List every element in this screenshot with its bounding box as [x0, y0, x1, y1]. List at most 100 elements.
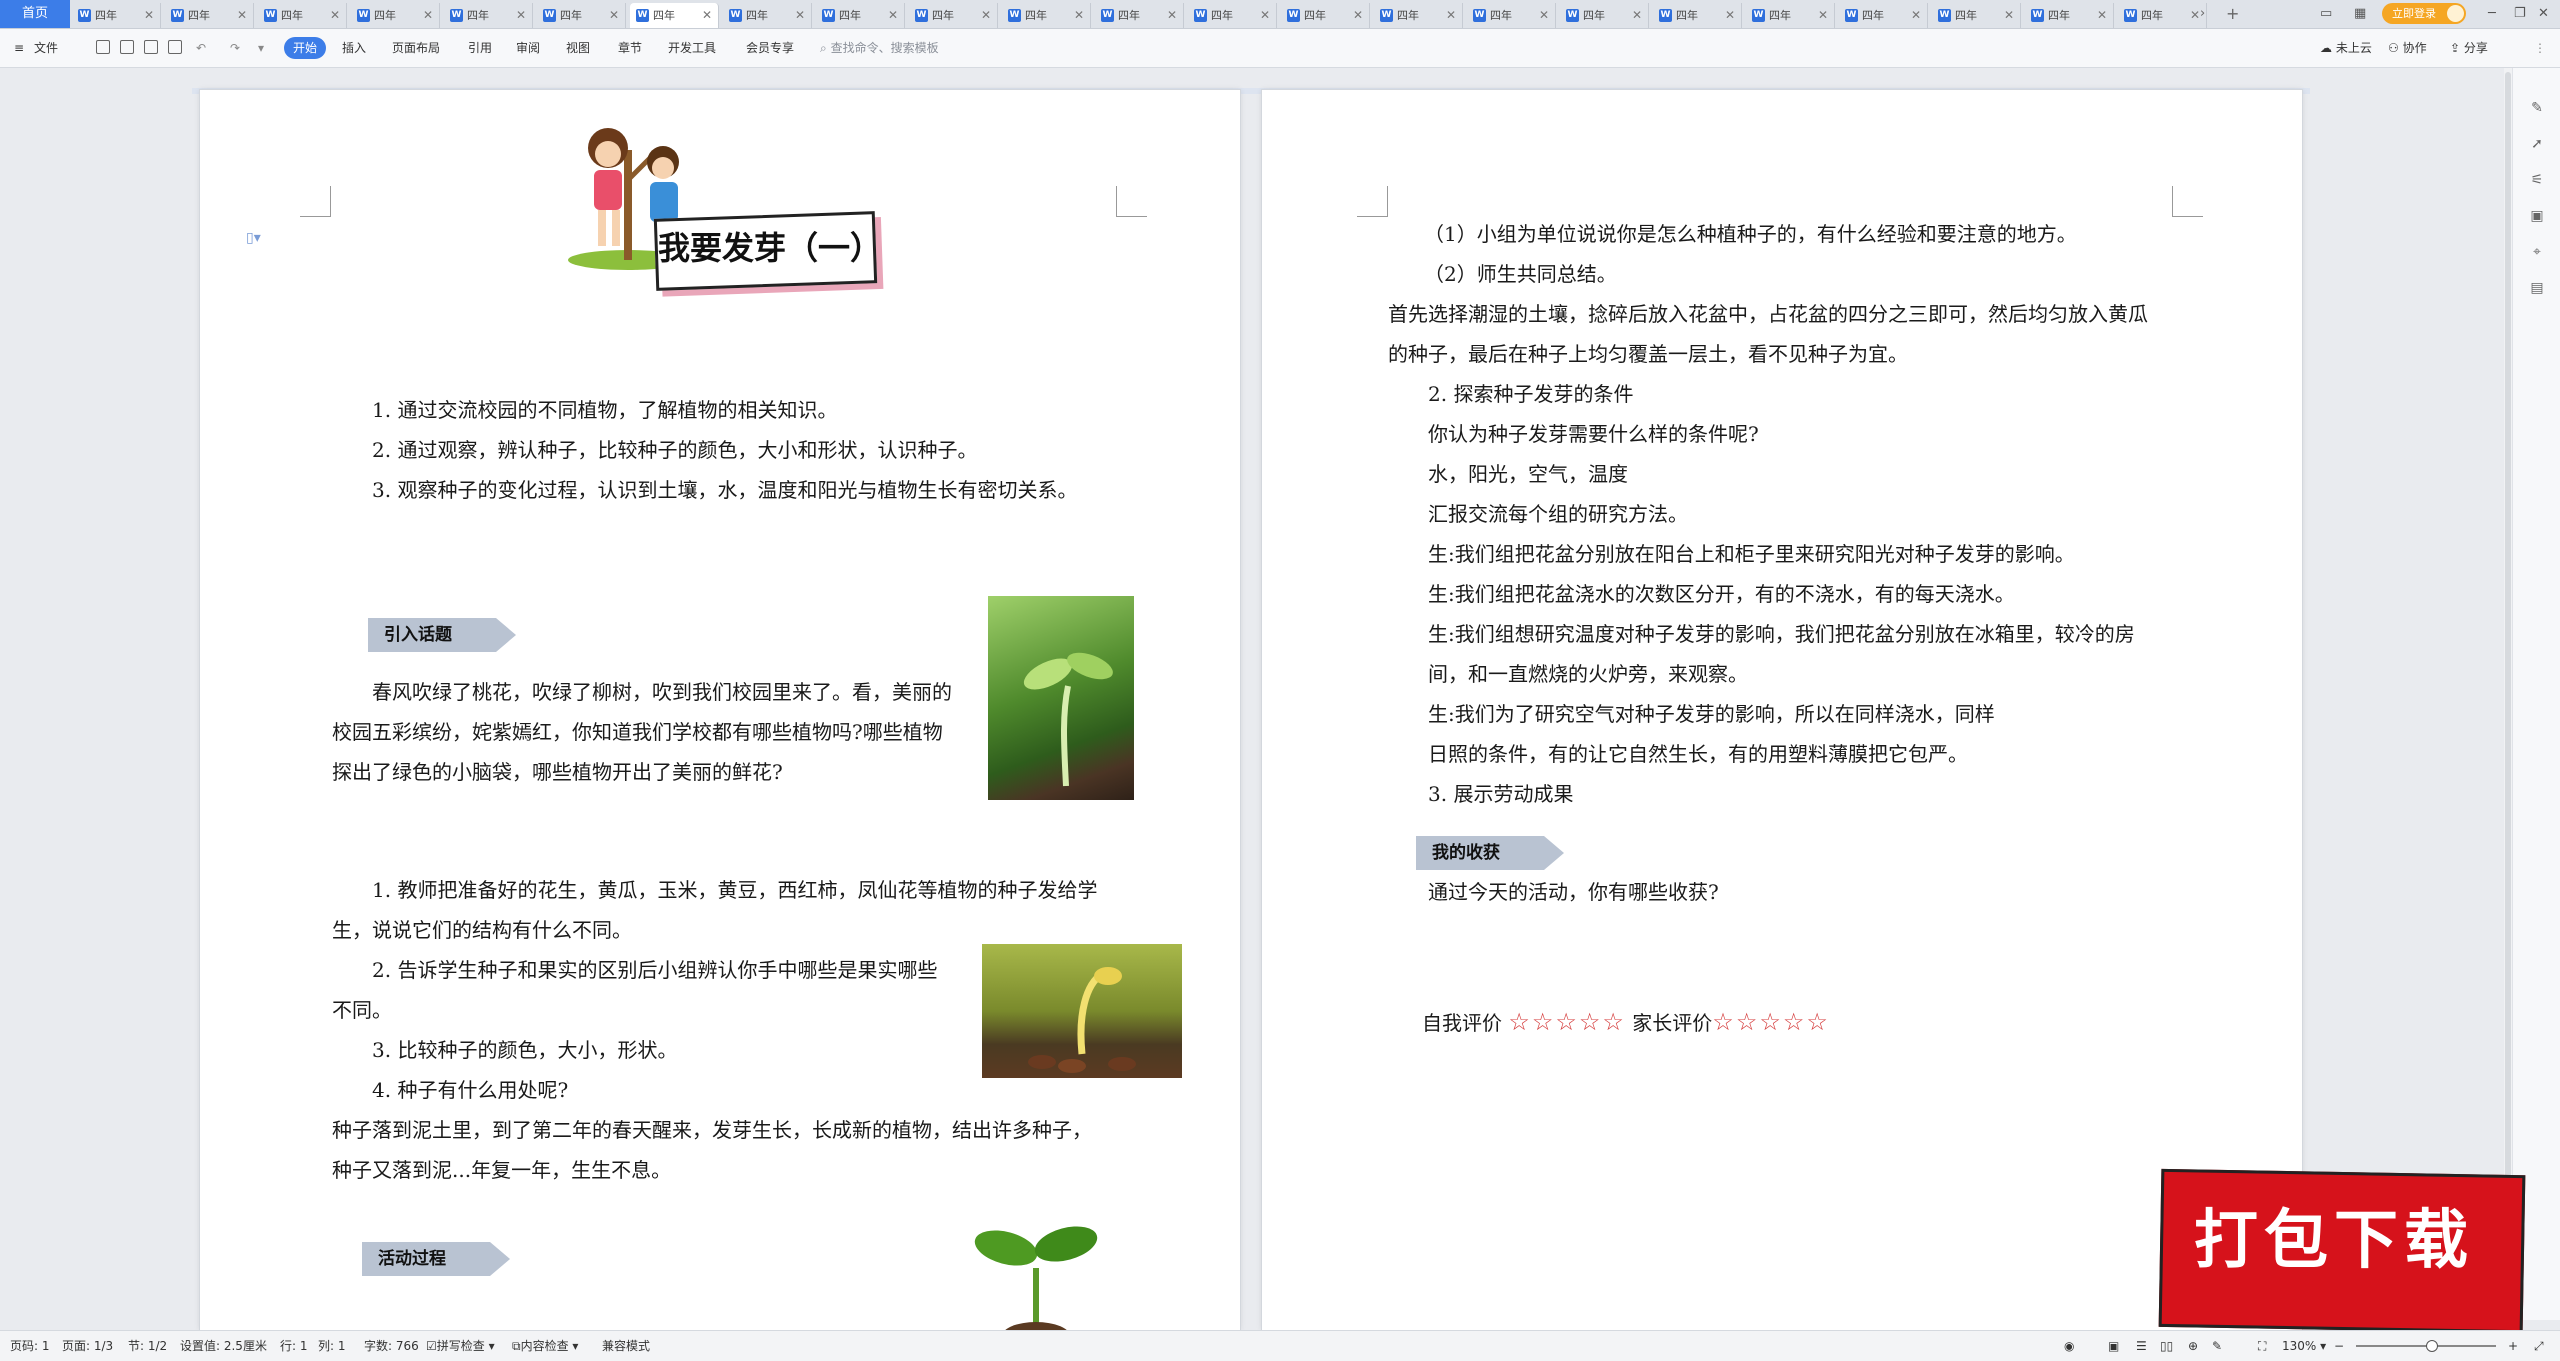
- status-setting[interactable]: 设置值: 2.5厘米: [180, 1338, 267, 1354]
- close-tab-icon[interactable]: ✕: [237, 3, 247, 28]
- spell-check-toggle[interactable]: ☑拼写检查 ▾: [426, 1338, 495, 1354]
- status-words[interactable]: 字数: 766: [364, 1338, 419, 1354]
- zoom-in-icon[interactable]: +: [2508, 1338, 2518, 1354]
- write-view-icon[interactable]: ✎: [2212, 1338, 2222, 1354]
- document-tab[interactable]: W 四年 ✕: [1932, 3, 2021, 28]
- close-tab-icon[interactable]: ✕: [1632, 3, 1642, 28]
- select-icon[interactable]: ➚: [2529, 136, 2545, 152]
- adjust-icon[interactable]: ⚟: [2529, 172, 2545, 188]
- close-tab-icon[interactable]: ✕: [888, 3, 898, 28]
- close-tab-icon[interactable]: ✕: [1353, 3, 1363, 28]
- close-tab-icon[interactable]: ✕: [1911, 3, 1921, 28]
- close-tab-icon[interactable]: ✕: [609, 3, 619, 28]
- document-tab[interactable]: W 四年 ✕: [1095, 3, 1184, 28]
- zoom-slider-thumb[interactable]: [2426, 1340, 2438, 1352]
- close-tab-icon[interactable]: ✕: [330, 3, 340, 28]
- close-tab-icon[interactable]: ✕: [2004, 3, 2014, 28]
- web-view-icon[interactable]: ⊕: [2188, 1338, 2198, 1354]
- doc-anchor-icon[interactable]: ▯▾: [246, 230, 261, 246]
- restore-icon[interactable]: ❐: [2514, 0, 2526, 28]
- ribbon-more-icon[interactable]: ⋮: [2534, 38, 2546, 58]
- cloud-status[interactable]: ☁ 未上云: [2320, 38, 2372, 58]
- menu-developer[interactable]: 开发工具: [668, 38, 716, 58]
- pen-icon[interactable]: ✎: [2529, 100, 2545, 116]
- more-icon[interactable]: ▾: [258, 38, 264, 58]
- self-eval-stars[interactable]: ☆☆☆☆☆: [1508, 1008, 1626, 1036]
- document-tab[interactable]: W 四年 ✕: [1188, 3, 1277, 28]
- compat-mode[interactable]: 兼容模式: [602, 1338, 650, 1354]
- document-tab[interactable]: W 四年 ✕: [165, 3, 254, 28]
- redo-icon[interactable]: ↷: [230, 38, 240, 58]
- scrollbar-thumb[interactable]: [2505, 72, 2511, 1312]
- document-tab[interactable]: W 四年 ✕: [537, 3, 626, 28]
- document-tab[interactable]: W 四年 ✕: [1374, 3, 1463, 28]
- close-tab-icon[interactable]: ✕: [1539, 3, 1549, 28]
- menu-view[interactable]: 视图: [566, 38, 590, 58]
- download-promo-text[interactable]: 打包下载: [2194, 1196, 2474, 1286]
- close-tab-icon[interactable]: ✕: [702, 3, 712, 28]
- document-tab[interactable]: W 四年 ✕: [1653, 3, 1742, 28]
- preview-icon[interactable]: [168, 40, 182, 54]
- close-tab-icon[interactable]: ✕: [795, 3, 805, 28]
- hamburger-icon[interactable]: ≡: [14, 38, 24, 58]
- document-tab[interactable]: W 四年 ✕: [1467, 3, 1556, 28]
- collab-button[interactable]: ⚇ 协作: [2388, 38, 2427, 58]
- fullscreen-icon[interactable]: ⤢: [2534, 1338, 2544, 1354]
- menu-references[interactable]: 引用: [468, 38, 492, 58]
- command-search[interactable]: ⌕ 查找命令、搜索模板: [820, 38, 939, 58]
- print-icon[interactable]: [144, 40, 158, 54]
- export-icon[interactable]: [120, 40, 134, 54]
- document-tab[interactable]: W 四年 ✕: [2118, 3, 2207, 28]
- eye-protect-icon[interactable]: ◉: [2064, 1338, 2074, 1354]
- image-tool-icon[interactable]: ▣: [2529, 208, 2545, 224]
- zoom-level[interactable]: 130% ▾: [2282, 1338, 2326, 1354]
- vertical-scrollbar[interactable]: [2504, 68, 2512, 1320]
- share-button[interactable]: ⇪ 分享: [2450, 38, 2488, 58]
- page-view-icon[interactable]: ▣: [2108, 1338, 2119, 1354]
- read-view-icon[interactable]: ▯▯: [2160, 1338, 2173, 1354]
- document-tab[interactable]: W 四年 ✕: [909, 3, 998, 28]
- new-tab-button[interactable]: +: [2226, 0, 2239, 28]
- close-tab-icon[interactable]: ✕: [981, 3, 991, 28]
- status-pages[interactable]: 页面: 1/3: [62, 1338, 113, 1354]
- document-tab[interactable]: W 四年 ✕: [1746, 3, 1835, 28]
- outline-view-icon[interactable]: ☰: [2136, 1338, 2147, 1354]
- status-row[interactable]: 行: 1: [280, 1338, 308, 1354]
- document-tab[interactable]: W 四年 ✕: [1002, 3, 1091, 28]
- status-page-code[interactable]: 页码: 1: [10, 1338, 50, 1354]
- document-tab[interactable]: W 四年 ✕: [444, 3, 533, 28]
- document-tab[interactable]: W 四年 ✕: [723, 3, 812, 28]
- close-tab-icon[interactable]: ✕: [144, 3, 154, 28]
- document-tab[interactable]: W 四年 ✕: [1839, 3, 1928, 28]
- menu-member[interactable]: 会员专享: [746, 38, 794, 58]
- tab-home[interactable]: 首页: [0, 0, 70, 28]
- apps-grid-icon[interactable]: ▦: [2354, 0, 2366, 28]
- fit-icon[interactable]: ⛶: [2258, 1338, 2266, 1354]
- tab-scroll-right-icon[interactable]: ›: [2200, 0, 2205, 28]
- close-tab-icon[interactable]: ✕: [1074, 3, 1084, 28]
- menu-layout[interactable]: 页面布局: [392, 38, 440, 58]
- close-tab-icon[interactable]: ✕: [1446, 3, 1456, 28]
- menu-review[interactable]: 审阅: [516, 38, 540, 58]
- document-tab[interactable]: W 四年 ✕: [1281, 3, 1370, 28]
- close-tab-icon[interactable]: ✕: [516, 3, 526, 28]
- layout-icon[interactable]: ▭: [2320, 0, 2332, 28]
- close-window-icon[interactable]: ✕: [2538, 0, 2549, 28]
- document-tab[interactable]: W 四年 ✕: [1560, 3, 1649, 28]
- document-tab[interactable]: W 四年 ✕: [2025, 3, 2114, 28]
- save-icon[interactable]: [96, 40, 110, 54]
- book-icon[interactable]: ▤: [2529, 280, 2545, 296]
- undo-icon[interactable]: ↶: [196, 38, 206, 58]
- close-tab-icon[interactable]: ✕: [1725, 3, 1735, 28]
- menu-home[interactable]: 开始: [284, 37, 326, 59]
- document-tab[interactable]: W 四年 ✕: [816, 3, 905, 28]
- document-tab[interactable]: W 四年 ✕: [630, 3, 719, 28]
- file-menu[interactable]: 文件: [34, 38, 58, 58]
- close-tab-icon[interactable]: ✕: [1260, 3, 1270, 28]
- close-tab-icon[interactable]: ✕: [2097, 3, 2107, 28]
- parent-eval-stars[interactable]: ☆☆☆☆☆: [1712, 1008, 1830, 1036]
- close-tab-icon[interactable]: ✕: [1167, 3, 1177, 28]
- status-col[interactable]: 列: 1: [318, 1338, 346, 1354]
- close-tab-icon[interactable]: ✕: [1818, 3, 1828, 28]
- status-section[interactable]: 节: 1/2: [128, 1338, 167, 1354]
